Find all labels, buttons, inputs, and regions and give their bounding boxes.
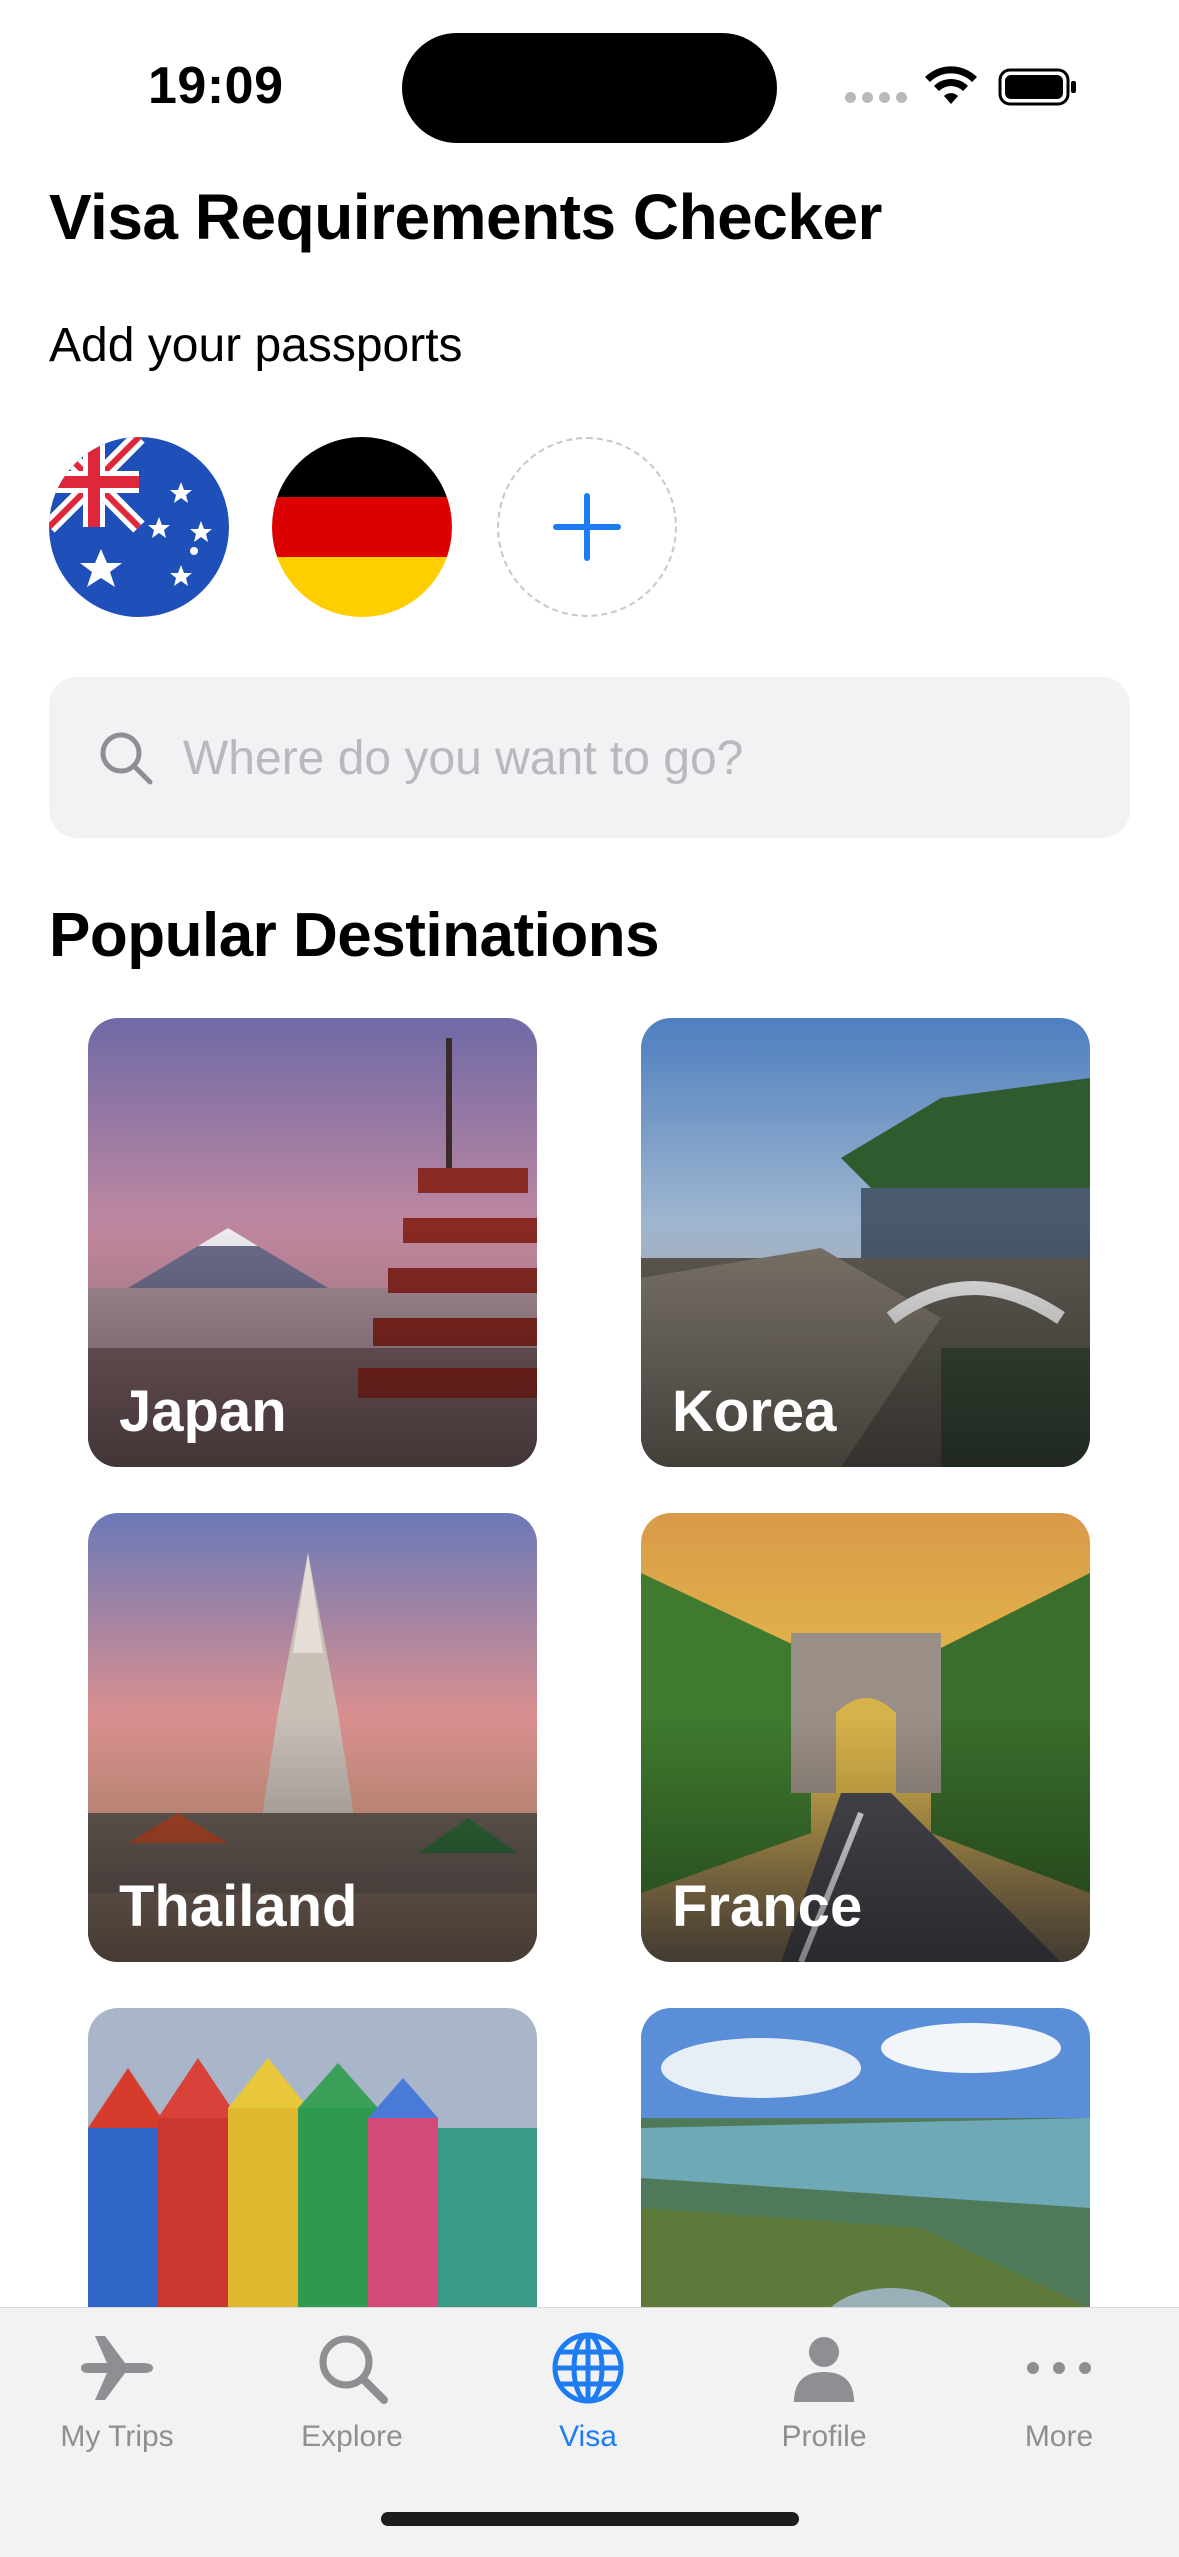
airplane-icon: [81, 2336, 153, 2400]
plus-icon: [553, 493, 621, 561]
wifi-icon: [925, 66, 977, 104]
passport-australia[interactable]: [49, 437, 229, 617]
search-icon: [319, 2335, 388, 2404]
germany-flag-icon: [272, 437, 452, 617]
search-bar[interactable]: [49, 677, 1130, 840]
status-time: 19:09: [148, 57, 284, 115]
popular-destinations-title: Popular Destinations: [49, 901, 660, 970]
destination-card-france[interactable]: France: [641, 1513, 1090, 1962]
cellular-signal-icon: [845, 92, 907, 103]
passports-label: Add your passports: [49, 319, 463, 372]
tab-my-trips[interactable]: My Trips: [17, 2328, 217, 2454]
tab-visa[interactable]: Visa: [488, 2328, 688, 2454]
tab-label: My Trips: [60, 2420, 174, 2453]
ellipsis-icon: [1027, 2362, 1091, 2374]
search-icon: [100, 732, 153, 785]
destination-card-thailand[interactable]: Thailand: [88, 1513, 537, 1962]
australia-flag-icon: [49, 437, 229, 617]
status-bar: 19:09: [0, 0, 1179, 170]
page-title: Visa Requirements Checker: [49, 181, 882, 253]
tab-profile[interactable]: Profile: [724, 2328, 924, 2454]
tab-label: Explore: [301, 2420, 403, 2453]
tab-label: Visa: [559, 2420, 617, 2453]
dynamic-island: [402, 33, 777, 143]
globe-icon: [552, 2332, 624, 2404]
tab-more[interactable]: More: [959, 2328, 1159, 2454]
person-icon: [794, 2337, 854, 2402]
tab-explore[interactable]: Explore: [252, 2328, 452, 2454]
destination-label: Thailand: [119, 1874, 358, 1939]
destination-label: Korea: [672, 1379, 837, 1444]
destination-card-korea[interactable]: Korea: [641, 1018, 1090, 1467]
destination-card-japan[interactable]: Japan: [88, 1018, 537, 1467]
destination-label: France: [672, 1874, 863, 1939]
add-passport-button[interactable]: [497, 437, 677, 617]
destination-label: Japan: [119, 1379, 287, 1444]
passport-germany[interactable]: [272, 437, 452, 617]
tab-label: Profile: [781, 2420, 867, 2453]
tab-label: More: [1024, 2420, 1094, 2453]
search-input[interactable]: [181, 677, 1085, 840]
home-indicator[interactable]: [381, 2512, 799, 2526]
battery-icon: [998, 68, 1076, 106]
